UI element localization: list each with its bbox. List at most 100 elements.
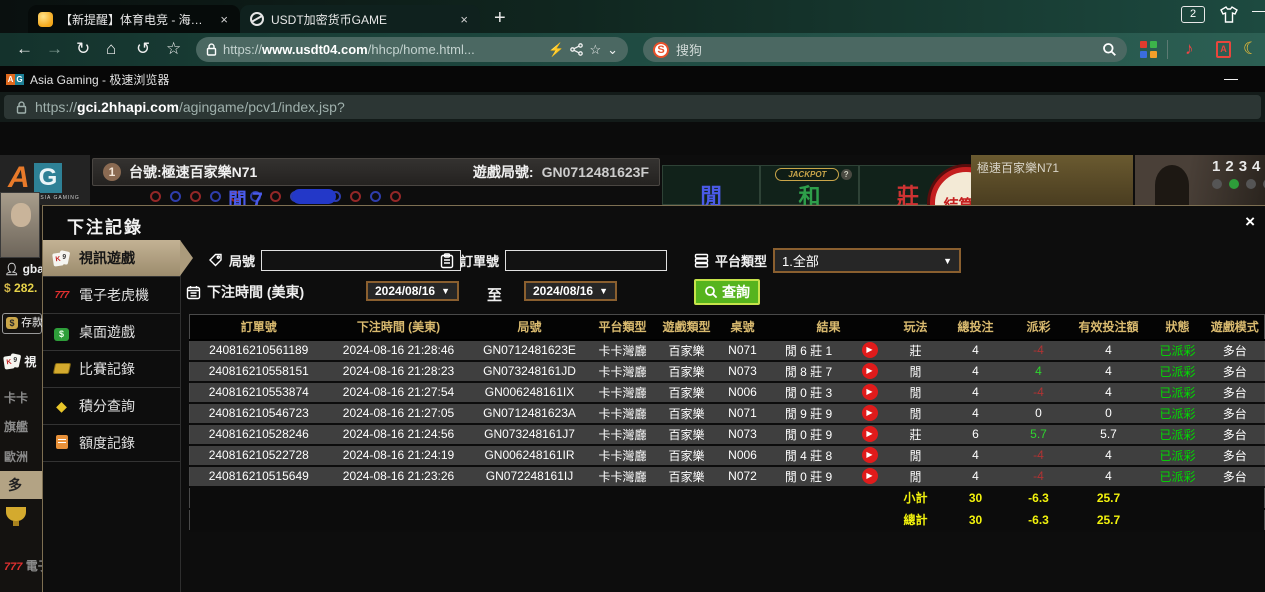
search-icon[interactable] (1102, 42, 1117, 57)
slots-777-icon: 777 (52, 290, 71, 301)
bet-records-modal: 下注記錄 × 9K 視訊遊戲 777 電子老虎機 $ 桌面遊戲 比賽記錄 ◆ 積… (42, 205, 1265, 592)
table-no-cell: N071 (718, 403, 768, 424)
payout-cell: -4 (1010, 382, 1068, 403)
music-icon[interactable]: ♪ (1185, 39, 1194, 59)
query-button[interactable]: 查詢 (694, 279, 760, 305)
replay-video-button[interactable]: ▶ (862, 447, 878, 463)
app-address-bar[interactable]: https://gci.2hhapi.com/agingame/pcv1/ind… (4, 95, 1261, 119)
trophy-icon (6, 507, 26, 521)
modal-close-icon[interactable]: × (1245, 214, 1255, 230)
hall-europe-label[interactable]: 歐洲 (4, 448, 28, 465)
tab-usdt-game[interactable]: USDT加密货币GAME × (240, 5, 480, 33)
status-cell: 已派彩 (1150, 466, 1206, 487)
camera-tab-2[interactable]: 2 (1225, 158, 1233, 175)
replay-cell: ▶ (850, 382, 890, 403)
video-thumbnail-1[interactable]: 極速百家樂N71 (971, 155, 1133, 205)
jackpot-help-icon[interactable]: ? (841, 169, 852, 180)
night-mode-moon-icon[interactable]: ☾ (1243, 39, 1258, 59)
platform-select[interactable]: 1.全部 ▼ (773, 248, 961, 273)
tab-sports[interactable]: 【新提醒】体育电竞 - 海燕策略… × (28, 5, 240, 33)
camera-tab-4[interactable]: 4 (1252, 158, 1260, 175)
history-icon[interactable]: ↺ (136, 37, 150, 61)
app-url-path: /agingame/pcv1/index.jsp? (179, 99, 345, 115)
camera-tab-3[interactable]: 3 (1239, 158, 1247, 175)
toolbar-divider (1167, 40, 1168, 59)
replay-video-button[interactable]: ▶ (862, 426, 878, 442)
time-cell: 2024-08-16 21:27:05 (328, 403, 470, 424)
sidebar-item-points-query[interactable]: ◆ 積分查詢 (43, 388, 180, 425)
tie-bet-zone[interactable]: JACKPOT ? 和 (760, 165, 858, 205)
page-left-strip: 👤︎ gbaa $ 282. $ 存款 9K 視 卡卡 旗艦 歐洲 多 777 … (0, 205, 42, 592)
theme-shirt-icon[interactable] (1218, 5, 1240, 25)
sidebar-item-quota-records[interactable]: 額度記錄 (43, 425, 180, 462)
time-cell: 2024-08-16 21:24:19 (328, 445, 470, 466)
total-payout: -6.3 (1010, 509, 1068, 531)
total-bet: 30 (942, 509, 1010, 531)
forward-icon[interactable]: → (46, 37, 63, 61)
replay-video-button[interactable]: ▶ (862, 363, 878, 379)
table-no-cell: N072 (718, 466, 768, 487)
replay-video-button[interactable]: ▶ (862, 468, 878, 484)
round-input[interactable] (261, 250, 461, 271)
table-row: 2408162105611892024-08-16 21:28:46GN0712… (190, 340, 1265, 361)
player-bet-zone[interactable]: 閒 (662, 165, 760, 205)
calendar-icon (186, 285, 201, 300)
platform-cell: 卡卡灣廳 (590, 382, 656, 403)
valid-bet-cell: 0 (1068, 403, 1150, 424)
sidebar-item-slots[interactable]: 777 電子老虎機 (43, 277, 180, 314)
camera-tab-1[interactable]: 1 (1212, 158, 1220, 175)
window-minimize-icon[interactable]: — (1252, 2, 1265, 18)
tab2-close-icon[interactable]: × (458, 12, 470, 27)
reload-icon[interactable]: ↻ (76, 37, 90, 61)
tab-count-badge[interactable]: 2 (1181, 6, 1205, 23)
seat-number-badge: 1 (103, 163, 121, 181)
subtotal-valid: 25.7 (1068, 487, 1150, 509)
video-games-nav[interactable]: 9K 視 (4, 353, 36, 370)
pdf-icon[interactable]: A (1216, 41, 1231, 58)
hall-multi-selected[interactable]: 多 (0, 471, 42, 499)
replay-video-button[interactable]: ▶ (862, 405, 878, 421)
round-filter-label: 局號 (229, 251, 255, 270)
search-box[interactable]: S 搜狗 (643, 37, 1127, 62)
back-icon[interactable]: ← (16, 37, 33, 61)
chevron-down-icon[interactable]: ⌄ (607, 42, 618, 58)
total-bet-cell: 4 (942, 382, 1010, 403)
hall-flagship-label[interactable]: 旗艦 (4, 418, 28, 435)
date-from-select[interactable]: 2024/08/16 ▼ (366, 281, 459, 301)
new-tab-button[interactable]: + (494, 3, 506, 33)
payout-cell: 4 (1010, 361, 1068, 382)
video-games-cards-icon: 9K (52, 250, 71, 266)
bet-records-table: 訂單號 下注時間 (美東) 局號 平台類型 遊戲類型 桌號 結果 玩法 總投注 … (189, 314, 1265, 532)
app-url-scheme: https:// (35, 99, 77, 115)
result-cell: 閒 0 莊 9 (768, 424, 850, 445)
sidebar-item-video-games[interactable]: 9K 視訊遊戲 (43, 240, 180, 277)
app-minimize-icon[interactable]: — (1224, 70, 1238, 86)
search-engine-label: 搜狗 (676, 40, 1095, 59)
result-cell: 閒 0 莊 9 (768, 466, 850, 487)
round-cell: GN073248161JD (470, 361, 590, 382)
asia-gaming-favicon: AG (6, 74, 24, 85)
home-icon[interactable]: ⌂ (106, 37, 116, 61)
payout-cell: 5.7 (1010, 424, 1068, 445)
status-cell: 已派彩 (1150, 382, 1206, 403)
share-icon[interactable] (570, 43, 583, 56)
sidebar-item-table-games[interactable]: $ 桌面遊戲 (43, 314, 180, 351)
replay-video-button[interactable]: ▶ (862, 384, 878, 400)
total-bet-cell: 4 (942, 403, 1010, 424)
col-game-type: 遊戲類型 (656, 315, 718, 340)
tab1-close-icon[interactable]: × (218, 12, 230, 27)
lightning-icon[interactable]: ⚡ (548, 42, 564, 58)
bookmark-star-icon[interactable]: ☆ (589, 42, 601, 58)
replay-video-button[interactable]: ▶ (862, 342, 878, 358)
deposit-button[interactable]: $ 存款 (2, 313, 42, 334)
sidebar-item-match-records[interactable]: 比賽記錄 (43, 351, 180, 388)
order-input[interactable] (505, 250, 667, 271)
date-to-select[interactable]: 2024/08/16 ▼ (524, 281, 617, 301)
hall-kaka-label[interactable]: 卡卡 (4, 389, 28, 406)
balance-label: $ 282. (4, 281, 37, 295)
table-row: 2408162105467232024-08-16 21:27:05GN0712… (190, 403, 1265, 424)
address-bar[interactable]: https://www.usdt04.com/hhcp/home.html...… (196, 37, 628, 62)
lock-icon (206, 43, 217, 56)
star-icon[interactable]: ☆ (166, 37, 181, 61)
apps-grid-icon[interactable] (1140, 41, 1157, 58)
